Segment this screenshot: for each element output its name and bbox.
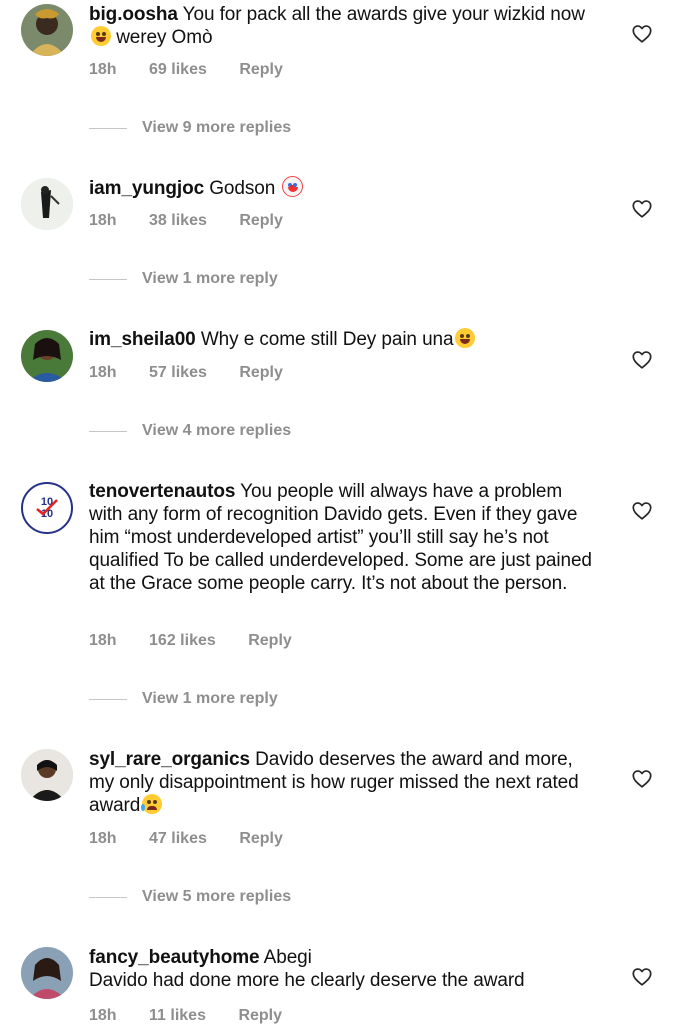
reply-button[interactable]: Reply: [239, 212, 283, 229]
divider-line: [89, 698, 127, 700]
comment-timestamp: 18h: [89, 364, 117, 381]
comment-body-continued: werey Omò: [116, 27, 213, 48]
heart-outline-icon[interactable]: [631, 198, 653, 220]
laughing-tears-emoji-icon: [455, 328, 476, 348]
comment-text: syl_rare_organics Davido deserves the aw…: [89, 748, 594, 817]
comment-likes-count[interactable]: 47 likes: [149, 830, 207, 847]
comment-body: Why e come still Dey pain una: [200, 329, 454, 350]
avatar[interactable]: [21, 4, 73, 56]
crying-face-emoji-icon: [141, 794, 163, 814]
comment-timestamp: 18h: [89, 1007, 117, 1024]
avatar[interactable]: [21, 947, 73, 999]
view-more-replies-label: View 1 more reply: [142, 690, 278, 707]
comment-likes-count[interactable]: 162 likes: [149, 632, 216, 649]
comment-text: tenovertenautos You people will always h…: [89, 480, 594, 595]
comment-body: You for pack all the awards give your wi…: [182, 4, 585, 25]
comment-body-continued: Davido had done more he clearly deserve …: [89, 970, 525, 991]
view-more-replies-label: View 5 more replies: [142, 888, 292, 905]
comment-username[interactable]: tenovertenautos: [89, 481, 235, 502]
comment-body: Abegi: [263, 947, 312, 968]
view-more-replies-label: View 1 more reply: [142, 270, 278, 287]
reply-button[interactable]: Reply: [239, 830, 283, 847]
heart-outline-icon[interactable]: [631, 966, 653, 988]
comment-meta: 18h 69 likes Reply: [89, 61, 311, 79]
view-more-replies-button[interactable]: View 1 more reply: [89, 690, 278, 708]
view-more-replies-button[interactable]: View 9 more replies: [89, 119, 291, 137]
reply-button[interactable]: Reply: [239, 61, 283, 78]
reply-button[interactable]: Reply: [238, 1007, 282, 1024]
avatar[interactable]: 10 10: [21, 482, 73, 534]
view-more-replies-label: View 9 more replies: [142, 119, 292, 136]
comment-username[interactable]: iam_yungjoc: [89, 178, 204, 199]
comment-text: big.oosha You for pack all the awards gi…: [89, 3, 594, 49]
view-more-replies-button[interactable]: View 5 more replies: [89, 888, 291, 906]
comment-timestamp: 18h: [89, 632, 117, 649]
comment-text: iam_yungjoc Godson: [89, 176, 594, 200]
comment-username[interactable]: syl_rare_organics: [89, 749, 250, 770]
heart-outline-icon[interactable]: [631, 23, 653, 45]
view-more-replies-button[interactable]: View 1 more reply: [89, 270, 278, 288]
divider-line: [89, 896, 127, 898]
comment-meta: 18h 47 likes Reply: [89, 830, 311, 848]
divider-line: [89, 127, 127, 129]
reply-button[interactable]: Reply: [248, 632, 292, 649]
laughing-tears-emoji-icon: [91, 26, 111, 46]
clown-face-emoji-icon: [282, 176, 304, 197]
comment-meta: 18h 38 likes Reply: [89, 212, 311, 230]
reply-button[interactable]: Reply: [239, 364, 283, 381]
divider-line: [89, 278, 127, 280]
comment-likes-count[interactable]: 11 likes: [149, 1007, 206, 1024]
avatar[interactable]: [21, 330, 73, 382]
comment-meta: 18h 162 likes Reply: [89, 632, 320, 650]
heart-outline-icon[interactable]: [631, 768, 653, 790]
comment-username[interactable]: big.oosha: [89, 4, 178, 25]
avatar[interactable]: [21, 178, 73, 230]
comment-timestamp: 18h: [89, 830, 117, 847]
view-more-replies-button[interactable]: View 4 more replies: [89, 422, 291, 440]
comment-username[interactable]: fancy_beautyhome: [89, 947, 260, 968]
comment-body: Godson: [209, 178, 276, 199]
comment-likes-count[interactable]: 57 likes: [149, 364, 207, 381]
avatar[interactable]: [21, 749, 73, 801]
divider-line: [89, 430, 127, 432]
comment-likes-count[interactable]: 69 likes: [149, 61, 207, 78]
comment-text: fancy_beautyhome Abegi Davido had done m…: [89, 946, 594, 992]
comment-text: im_sheila00 Why e come still Dey pain un…: [89, 328, 594, 351]
heart-outline-icon[interactable]: [631, 349, 653, 371]
comment-username[interactable]: im_sheila00: [89, 329, 196, 350]
comment-timestamp: 18h: [89, 212, 117, 229]
comment-meta: 18h 11 likes Reply: [89, 1007, 310, 1025]
comment-timestamp: 18h: [89, 61, 117, 78]
view-more-replies-label: View 4 more replies: [142, 422, 292, 439]
comment-likes-count[interactable]: 38 likes: [149, 212, 207, 229]
heart-outline-icon[interactable]: [631, 500, 653, 522]
comment-meta: 18h 57 likes Reply: [89, 364, 311, 382]
